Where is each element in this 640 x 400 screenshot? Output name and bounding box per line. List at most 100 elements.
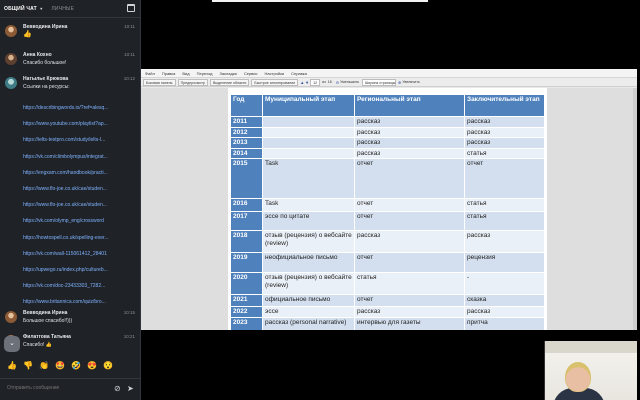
resource-link[interactable]: https://www.flo-joe.co.uk/cae/studen... [23,186,133,202]
header-municipal: Муниципальный этап [262,94,355,117]
reaction-clap-icon[interactable]: 👏 [39,361,55,371]
table-row: 2018 отзыв (рецензия) о вебсайте (review… [230,230,545,253]
cell-year: 2022 [230,306,263,318]
table-row: 2014 рассказ статья [230,147,545,159]
resource-link[interactable]: https://engxam.com/handbook/practi... [23,170,133,186]
sidebar-button[interactable]: Боковая панель [143,78,176,86]
resource-link[interactable]: https://www.youtube.com/playlist?ap... [23,121,133,137]
chevron-down-icon: ▾ [38,5,43,11]
popout-window-icon[interactable] [127,4,135,12]
cell-year: 2018 [230,230,263,253]
cell-regional: статья [354,272,465,295]
cell-municipal: эссе [262,306,355,318]
reaction-thumbs-up-icon[interactable]: 👍 [7,361,23,371]
message-author: Филатгова Татьяна [23,334,71,340]
page-down-icon[interactable]: ▼ [305,80,309,85]
attach-icon[interactable]: ⊘ [114,384,121,393]
cell-year: 2017 [230,211,263,231]
cell-regional: рассказ [354,137,465,149]
message-input[interactable] [7,385,102,391]
viewer-toolbar: Боковая панель Предпросмотр Выделение об… [141,78,637,87]
resource-link[interactable]: https://www.flo-joe.co.uk/cae/studen... [23,202,133,218]
cell-year: 2023 [230,316,263,330]
viewer-menubar: Файл Правка Вид Переход Закладки Сервис … [141,69,637,78]
menu-bookmarks[interactable]: Закладки [220,71,237,76]
reaction-star-eyes-icon[interactable]: 🤩 [55,361,71,371]
reaction-laugh-icon[interactable]: 🤣 [71,361,87,371]
menu-help[interactable]: Справка [291,71,307,76]
resource-link[interactable]: https://vk.com/doc-23433303_7282... [23,283,133,299]
zoom-in-icon[interactable]: ⊕ [398,80,401,85]
zoom-select[interactable]: Ширина страницы [362,78,397,86]
cell-final: рассказ [464,306,545,318]
resource-links: https://describingwords.io/?ref=alesq...… [23,105,133,315]
avatar [5,25,17,37]
scroll-down-button[interactable]: ⌄ [4,336,20,352]
page-up-icon[interactable]: ▲ [300,80,304,85]
cell-final: рассказ [464,116,545,128]
message-time: 10:11 [124,52,135,57]
cell-year: 2014 [230,147,263,159]
document-page: Год Муниципальный этап Региональный этап… [228,88,547,330]
header-final: Заключительный этап [464,94,545,117]
menu-settings[interactable]: Настройки [265,71,285,76]
cell-regional: отчет [354,158,465,199]
cell-regional: рассказ [354,116,465,128]
cell-municipal [262,147,355,159]
cell-year: 2011 [230,116,263,128]
table-row: 2019 неофициальное письмо отчет рецензия [230,252,545,273]
table-row: 2022 эссе рассказ рассказ [230,306,545,318]
resource-link[interactable]: https://upwego.ru/index.php/cultureb... [23,267,133,283]
table-header-row: Год Муниципальный этап Региональный этап… [230,94,545,117]
shared-screen-edge [212,0,428,2]
menu-edit[interactable]: Правка [162,71,176,76]
cell-year: 2012 [230,126,263,138]
cell-final: - [464,272,545,295]
table-row: 2013 рассказ рассказ [230,137,545,149]
chat-message: Анна Кохно 10:11 Спасибо большое! [0,52,141,72]
menu-file[interactable]: Файл [145,71,155,76]
resource-link[interactable]: https://vk.com/wall-115061412_28401 [23,251,133,267]
cell-year: 2020 [230,272,263,295]
message-author: Вевводина Ирина [23,310,68,316]
cell-municipal: рассказ (personal narrative) [262,316,355,330]
send-icon[interactable]: ➤ [127,384,134,393]
cell-municipal: эссе по цитате [262,211,355,231]
message-text: Большое спасибо!!))) [23,318,73,324]
menu-view[interactable]: Вид [182,71,189,76]
olympiad-task-table: Год Муниципальный этап Региональный этап… [230,94,545,330]
select-area-button[interactable]: Выделение области [209,78,250,86]
zoom-out-label[interactable]: Уменьшить [340,80,359,84]
message-text: Спасибо большое! [23,60,67,66]
quick-annotate-button[interactable]: Быстрое аннотирование [251,78,299,86]
cell-regional: рассказ [354,306,465,318]
tab-private[interactable]: ЛИЧНЫЕ [51,6,74,12]
zoom-in-label[interactable]: Увеличить [402,80,419,84]
preview-button[interactable]: Предпросмотр [177,78,208,86]
message-composer: ⊘ ➤ [0,378,141,400]
resource-link[interactable]: https://ielts-testpro.com/study/ielts-l.… [23,137,133,153]
table-row: 2011 рассказ рассказ [230,116,545,128]
header-regional: Региональный этап [354,94,465,117]
zoom-out-icon[interactable]: ⊖ [336,80,339,85]
tab-general-chat[interactable]: ОБЩИЙ ЧАТ ▾ [4,6,42,12]
header-year: Год [230,94,263,117]
reaction-surprised-icon[interactable]: 😯 [103,361,119,371]
cell-year: 2019 [230,252,263,273]
cell-regional: интервью для газеты [354,316,465,330]
reaction-heart-eyes-icon[interactable]: 😍 [87,361,103,371]
resource-link[interactable]: https://vk.com/olymp_eng/crossword [23,218,133,234]
menu-go[interactable]: Переход [197,71,213,76]
table-row: 2016 Task отчет статья [230,198,545,212]
menu-tools[interactable]: Сервис [244,71,258,76]
resource-link[interactable]: https://vk.com/climbolympus/integrat... [23,154,133,170]
resource-link[interactable]: https://describingwords.io/?ref=alesq... [23,105,133,121]
document-scrollbar[interactable] [633,88,637,330]
cell-municipal [262,126,355,138]
page-number-field[interactable]: 12 [310,78,321,86]
message-author: Анна Кохно [23,52,52,58]
cell-year: 2015 [230,158,263,199]
resource-link[interactable]: https://howtospell.co.uk/spelling-exer..… [23,235,133,251]
cell-municipal [262,137,355,149]
reaction-thumbs-down-icon[interactable]: 👎 [23,361,39,371]
